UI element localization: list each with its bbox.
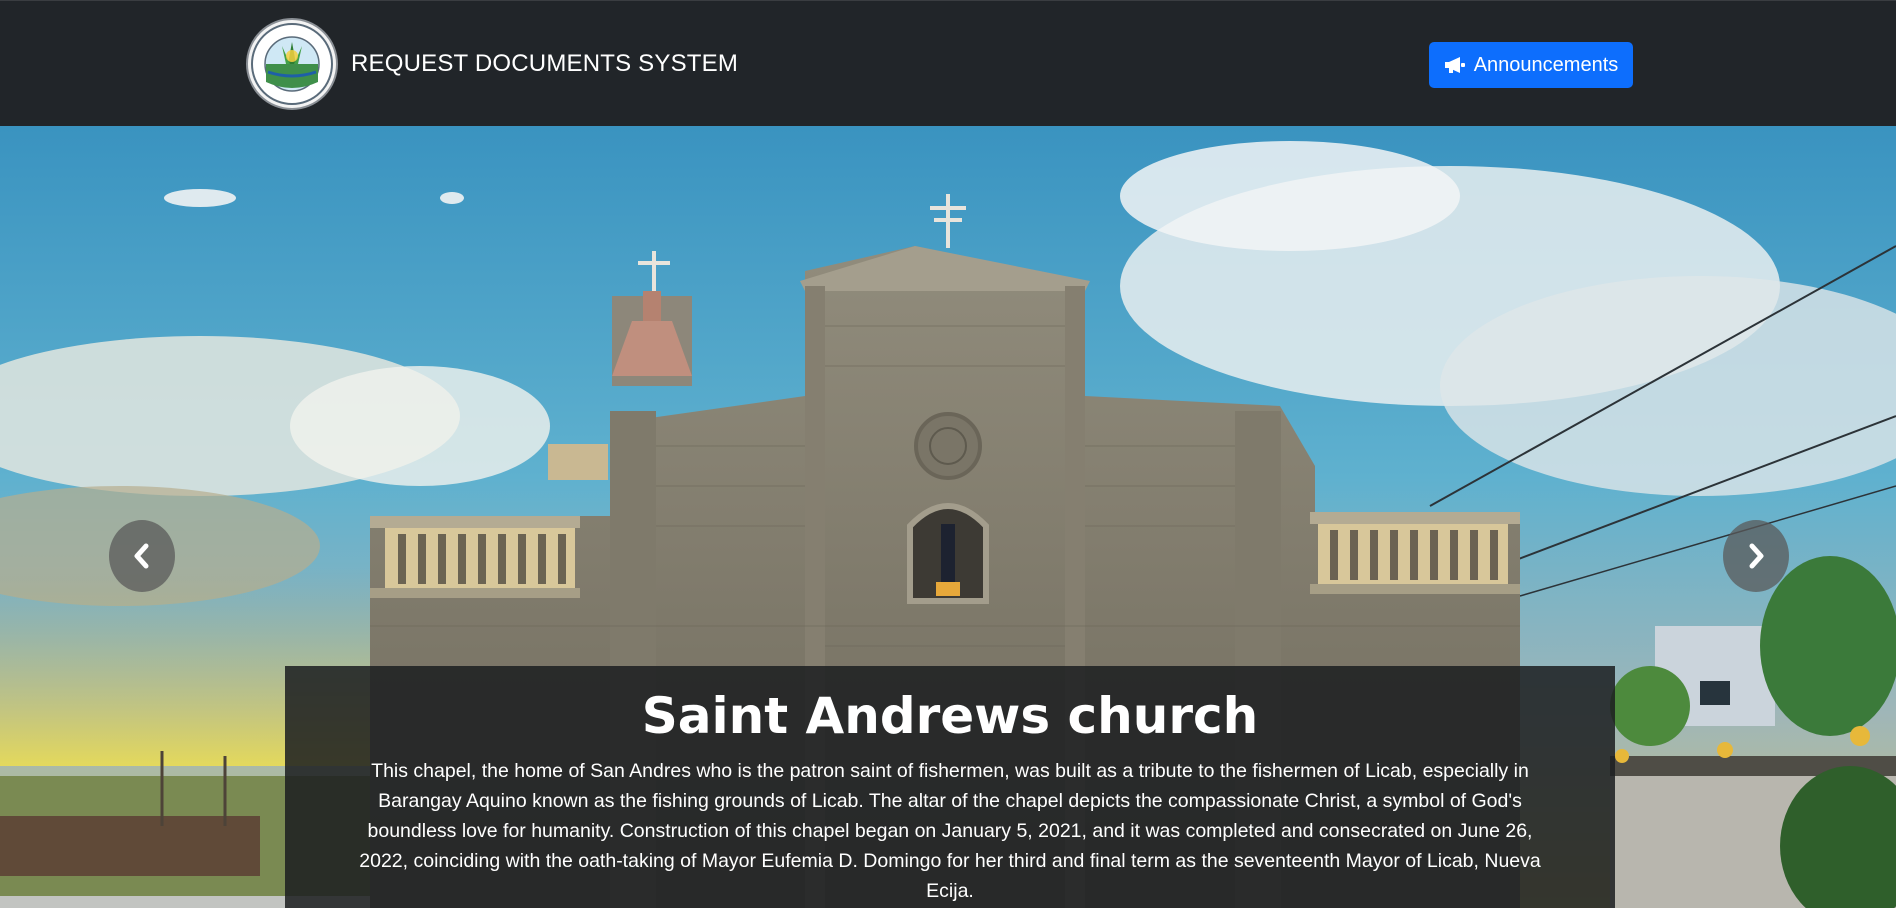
carousel-next-button[interactable] [1723, 520, 1789, 592]
carousel-caption: Saint Andrews church This chapel, the ho… [285, 666, 1615, 908]
caption-text: This chapel, the home of San Andres who … [359, 760, 1541, 902]
chevron-left-icon [134, 543, 149, 569]
carousel-prev-button[interactable] [109, 520, 175, 592]
announcements-button[interactable]: Announcements [1429, 42, 1633, 88]
announcements-label: Announcements [1473, 53, 1619, 76]
barangay-seal-logo [246, 18, 338, 110]
chevron-right-icon [1749, 543, 1764, 569]
brand[interactable]: REQUEST DOCUMENTS SYSTEM [246, 18, 738, 110]
brand-title: REQUEST DOCUMENTS SYSTEM [351, 50, 739, 77]
navbar: REQUEST DOCUMENTS SYSTEM Announcements [0, 0, 1896, 126]
megaphone-icon [1444, 57, 1465, 73]
hero-carousel: Saint Andrews church This chapel, the ho… [0, 126, 1896, 908]
caption-title: Saint Andrews church [641, 687, 1259, 745]
